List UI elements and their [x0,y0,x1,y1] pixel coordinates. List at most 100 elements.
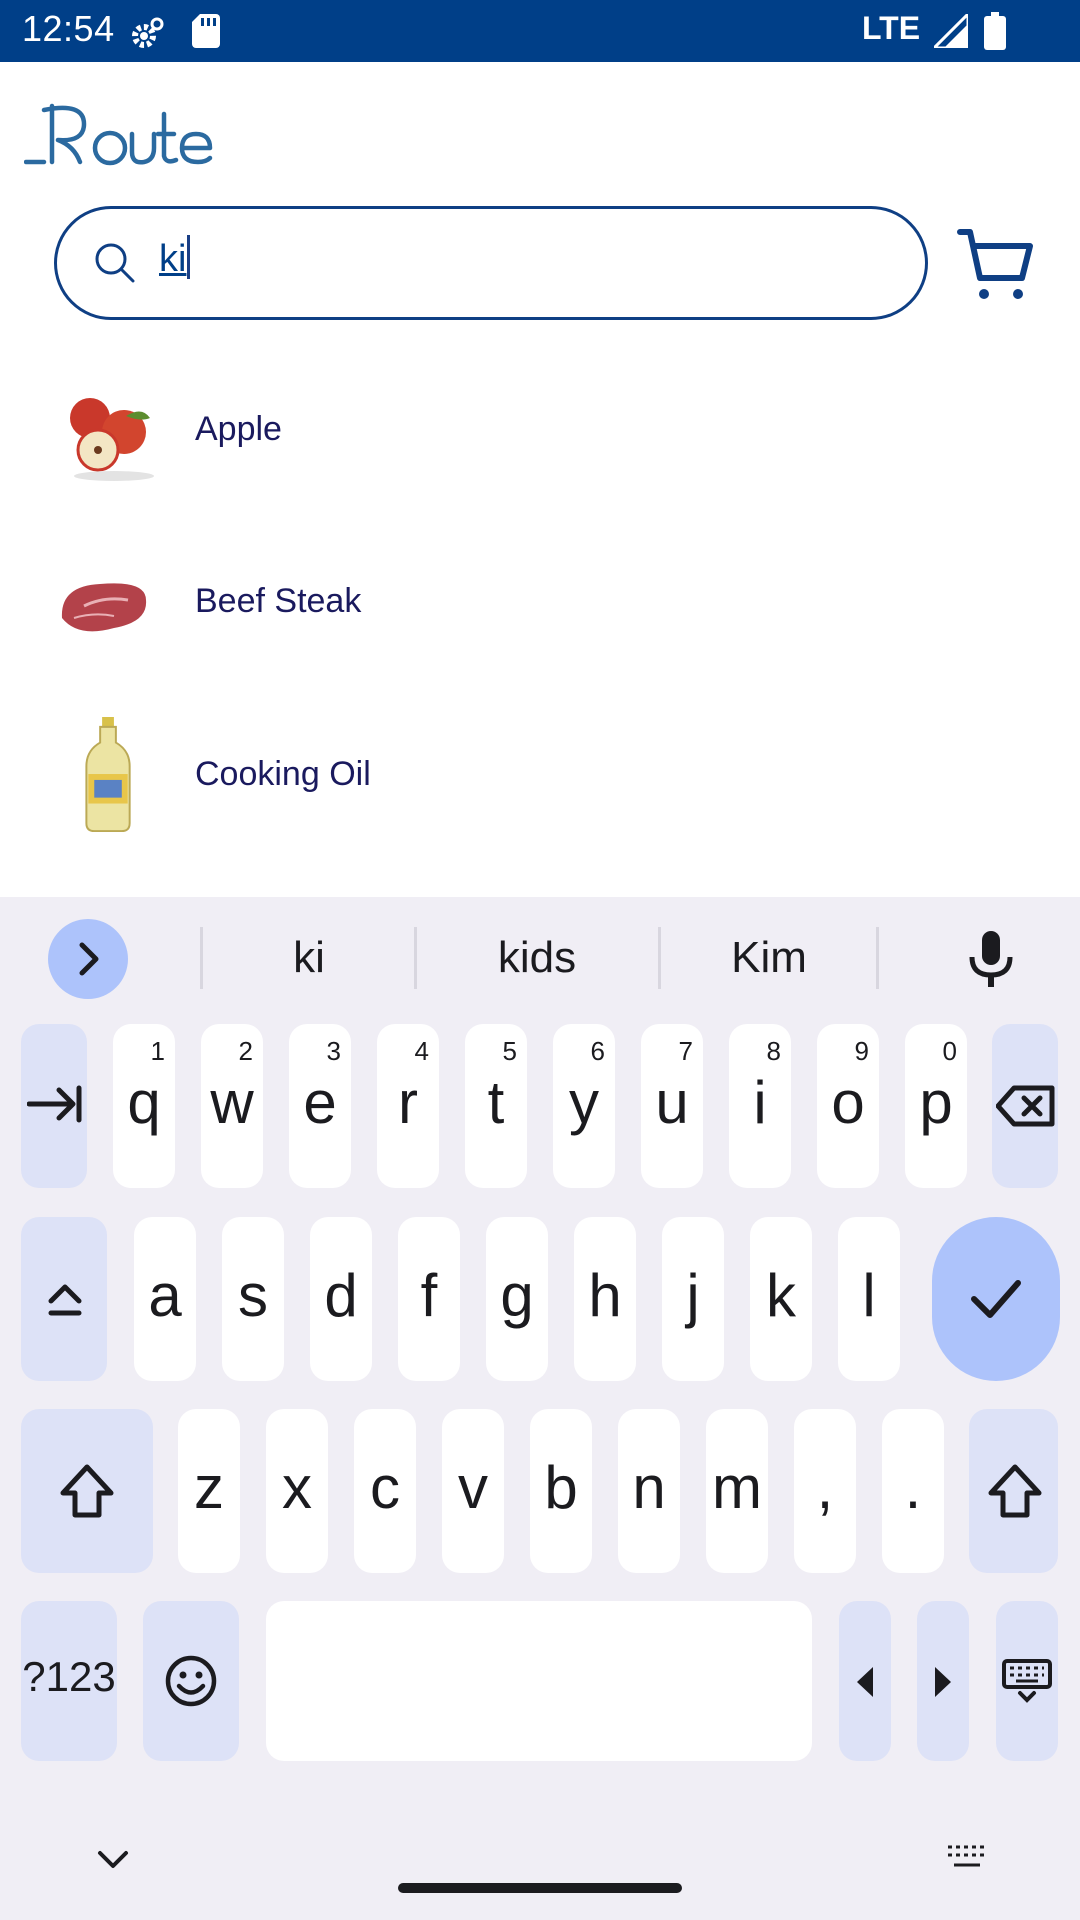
key[interactable]: m [706,1409,768,1573]
key[interactable]: n [618,1409,680,1573]
done-key[interactable] [932,1217,1060,1381]
chevron-right-icon [79,942,99,976]
list-item[interactable]: Cooking Oil [0,701,1080,851]
key-number-hint: 0 [942,1036,957,1066]
key[interactable]: q1 [113,1024,175,1188]
suggestion-1[interactable]: ki [206,933,412,983]
suggestion-2[interactable]: kids [418,933,656,983]
key-label: g [500,1262,534,1329]
emoji-icon [165,1655,217,1707]
key[interactable]: s [222,1217,284,1381]
shift-key[interactable] [21,1409,153,1573]
status-time: 12:54 [22,8,115,49]
keyboard: ki kids Kim q1w2e3r4t5y6u7i8o9p0 asdfghj… [0,897,1080,1920]
list-item[interactable]: Beef Steak [0,528,1080,678]
symbols-label: ?123 [22,1653,116,1700]
cursor-left-key[interactable] [839,1601,891,1761]
shift-icon [60,1464,114,1518]
key-label: r [398,1069,418,1136]
key-label: u [655,1069,689,1136]
key-label: i [753,1069,767,1136]
key[interactable]: u7 [641,1024,703,1188]
key-number-hint: 9 [854,1036,869,1066]
key-label: p [919,1069,953,1136]
backspace-key[interactable] [992,1024,1058,1188]
key[interactable]: z [178,1409,240,1573]
item-label: Cooking Oil [195,755,371,793]
search-input-text[interactable]: ki [159,235,191,281]
network-type: LTE [862,10,921,46]
divider [200,927,203,989]
caps-lock-key[interactable] [21,1217,107,1381]
key[interactable]: j [662,1217,724,1381]
key-label: w [210,1069,254,1136]
key[interactable]: b [530,1409,592,1573]
emoji-key[interactable] [143,1601,239,1761]
shift-icon [988,1464,1042,1518]
divider [414,927,417,989]
key[interactable]: e3 [289,1024,351,1188]
status-bar: 12:54 LTE [0,0,1080,62]
caps-lock-icon [48,1284,82,1316]
suggestion-3[interactable]: Kim [662,933,876,983]
key-label: a [148,1262,182,1329]
key-number-hint: 4 [414,1036,429,1066]
key[interactable]: g [486,1217,548,1381]
key[interactable]: v [442,1409,504,1573]
cursor-right-key[interactable] [917,1601,969,1761]
route-logo [24,103,213,166]
key-label: e [303,1069,337,1136]
key[interactable]: o9 [817,1024,879,1188]
key-label: . [904,1454,922,1521]
key-label: b [544,1454,578,1521]
search-icon [95,243,135,283]
key[interactable]: a [134,1217,196,1381]
key[interactable]: p0 [905,1024,967,1188]
microphone-icon[interactable] [966,929,1016,991]
keyboard-switch-icon[interactable] [946,1843,988,1871]
chevron-down-icon[interactable] [96,1849,130,1871]
expand-suggestions-button[interactable] [48,919,128,999]
key[interactable]: f [398,1217,460,1381]
divider [876,927,879,989]
home-handle[interactable] [398,1883,682,1893]
tab-key[interactable] [21,1024,87,1188]
key-number-hint: 7 [678,1036,693,1066]
key[interactable]: y6 [553,1024,615,1188]
key[interactable]: h [574,1217,636,1381]
divider [658,927,661,989]
key[interactable]: k [750,1217,812,1381]
key-label: k [766,1262,796,1329]
item-label: Apple [195,410,282,448]
cart-icon[interactable] [956,226,1034,304]
signal-icon [934,14,968,48]
key[interactable]: , [794,1409,856,1573]
key[interactable]: t5 [465,1024,527,1188]
space-key[interactable] [266,1601,812,1761]
key-label: l [862,1262,876,1329]
key-number-hint: 5 [502,1036,517,1066]
settings-icon [132,17,164,48]
cooking-oil-image [85,717,131,833]
key-label: v [458,1454,488,1521]
key[interactable]: w2 [201,1024,263,1188]
arrow-right-icon [935,1667,951,1697]
text-caret [187,235,191,279]
key[interactable]: l [838,1217,900,1381]
key[interactable]: . [882,1409,944,1573]
search-field[interactable]: ki [54,206,928,320]
list-item[interactable]: Apple [0,356,1080,506]
key[interactable]: c [354,1409,416,1573]
apple-image [70,398,154,481]
checkmark-icon [971,1280,1021,1318]
symbols-key[interactable]: ?123 [21,1601,117,1761]
shift-key-right[interactable] [969,1409,1058,1573]
key-label: x [282,1454,312,1521]
key-label: q [127,1069,161,1136]
hide-keyboard-key[interactable] [996,1601,1058,1761]
key[interactable]: i8 [729,1024,791,1188]
key-label: c [370,1454,400,1521]
key[interactable]: x [266,1409,328,1573]
key[interactable]: r4 [377,1024,439,1188]
key[interactable]: d [310,1217,372,1381]
